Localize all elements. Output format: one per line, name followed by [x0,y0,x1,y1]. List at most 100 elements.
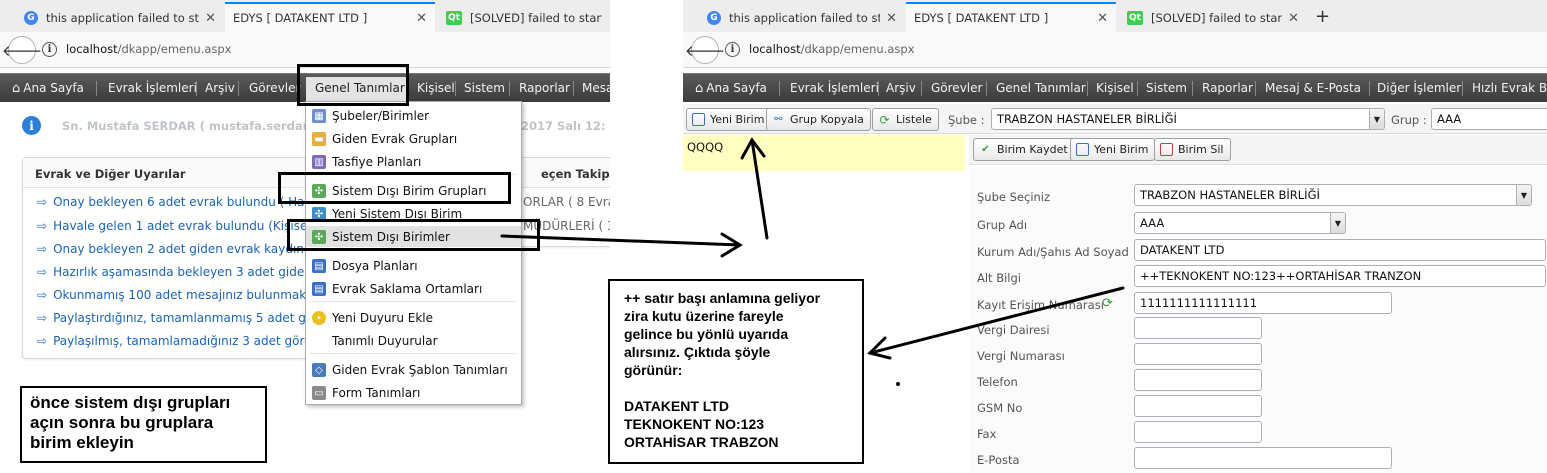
regno-input[interactable]: 1111111111111111 [1134,292,1392,314]
new-document-icon [692,113,705,126]
dropdown-item-subeler[interactable]: ▦ Şubeler/Birimler [306,105,521,126]
menu-gorevler[interactable]: Görevler [931,81,982,95]
branch-select-field[interactable]: TRABZON HASTANELER BİRLİĞİ ▼ [1134,184,1532,206]
menu-separator [96,81,97,96]
menu-raporlar[interactable]: Raporlar [1202,81,1253,95]
email-input[interactable] [1134,447,1392,469]
new-unit-button[interactable]: Yeni Birim [686,108,772,131]
url-field[interactable]: localhost/dkapp/emenu.aspx [749,42,915,56]
dropdown-item-giden-evrak-gruplari[interactable]: ▬ Giden Evrak Grupları [306,128,521,149]
menu-separator [1137,81,1138,96]
annotation-left: önce sistem dışı grupları açın sonra bu … [20,386,267,463]
menu-arsiv[interactable]: Arşiv [886,81,916,95]
browser-tab-edys[interactable]: EDYS [ DATAKENT LTD ] ✕ [225,2,435,32]
group-copy-button[interactable]: ⚯ Grup Kopyala [766,108,871,131]
alert-link[interactable]: Havale gelen 1 adet evrak bulundu (Kişis… [37,219,315,233]
dropdown-item-tasfiye-planlari[interactable]: ▥ Tasfiye Planları [306,151,521,172]
menu-separator [1192,81,1193,96]
close-tab-icon[interactable]: ✕ [199,11,216,26]
group-label: Grup : [1391,113,1427,127]
org-name-input[interactable]: DATAKENT LTD [1134,239,1546,261]
menu-kisisel[interactable]: Kişisel [417,81,455,95]
branch-select-label: Şube Seçiniz [977,190,1051,204]
close-tab-icon[interactable]: ✕ [880,11,897,26]
menu-separator [921,81,922,96]
delete-unit-button[interactable]: Birim Sil [1154,138,1231,161]
unit-list-item[interactable]: QQQQ [683,135,965,171]
menu-diger-islemler[interactable]: Diğer İşlemler [1377,81,1461,95]
dropdown-item-giden-evrak-sablon[interactable]: ◇ Giden Evrak Şablon Tanımları [306,359,521,380]
dropdown-item-form-tanimlari[interactable]: ▭ Form Tanımları [306,382,521,403]
menu-arsiv[interactable]: Arşiv [205,81,235,95]
save-unit-button[interactable]: ✔ Birim Kaydet [973,138,1075,161]
close-tab-icon[interactable]: ✕ [1091,11,1108,26]
dropdown-item-tanimli-duyurular[interactable]: Tanımlı Duyurular [306,330,521,351]
form-toolbar: ✔ Birim Kaydet Yeni Birim Birim Sil [969,135,1547,165]
menu-genel-tanimlar[interactable]: Genel Tanımlar [996,81,1086,95]
new-tab-icon[interactable]: + [1315,6,1330,27]
branch-select[interactable]: TRABZON HASTANELER BİRLİĞİ ▼ [991,108,1385,130]
dropdown-item-evrak-saklama-ortamlari[interactable]: ▤ Evrak Saklama Ortamları [306,278,521,299]
gsm-input[interactable] [1134,395,1262,417]
phone-input[interactable] [1134,369,1262,391]
browser-tab-edys[interactable]: EDYS [ DATAKENT LTD ] ✕ [906,2,1116,32]
menu-ana-sayfa[interactable]: Ana Sayfa [695,81,767,96]
menu-evrak-islemleri[interactable]: Evrak İşlemleri [790,81,879,95]
menu-sistem[interactable]: Sistem [1146,81,1187,95]
menu-hizli-evrak-bul[interactable]: Hızlı Evrak Bul [1472,81,1547,95]
tracking-link[interactable]: ORLAR ( 8 Evrak [523,195,610,209]
document-icon: ▤ [312,259,326,273]
menu-gorevler[interactable]: Görevler [249,81,300,95]
menu-separator [878,81,879,96]
delete-document-icon [1160,143,1173,156]
qt-icon: Qt [1127,11,1143,25]
dropdown-item-yeni-duyuru-ekle[interactable]: • Yeni Duyuru Ekle [306,307,521,328]
back-arrow-icon[interactable]: 🡐 [685,36,725,64]
menu-ana-sayfa[interactable]: Ana Sayfa [12,81,84,96]
alert-link[interactable]: Paylaşılmış, tamamlamadığınız 3 adet gör… [37,334,338,348]
group-select[interactable]: AAA [1431,108,1547,130]
browser-tab-google[interactable]: G this application failed to start ... ✕ [16,4,224,32]
subinfo-input[interactable]: ++TEKNOKENT NO:123++ORTAHİSAR TRANZON [1134,265,1546,287]
group-name-label: Grup Adı [977,218,1028,232]
close-tab-icon[interactable]: ✕ [410,11,427,26]
alert-link[interactable]: Okunmamış 100 adet mesajınız bulunmakta [37,288,318,302]
branch-label: Şube : [948,113,985,127]
browser-tab-qt[interactable]: Qt [SOLVED] failed to start beca... ✕ [1119,4,1307,32]
menu-raporlar[interactable]: Raporlar [519,81,570,95]
group-name-select[interactable]: AAA ▼ [1134,212,1346,234]
menu-mesaj-eposta[interactable]: Mesaj & E-Posta [1265,81,1361,95]
dropdown-item-dosya-planlari[interactable]: ▤ Dosya Planları [306,255,521,276]
browser-tab-google[interactable]: G this application failed to start ... ✕ [699,4,905,32]
tax-office-input[interactable] [1134,317,1262,339]
refresh-icon[interactable]: ⟳ [1102,296,1113,311]
new-unit-form-button[interactable]: Yeni Birim [1070,138,1156,161]
menu-mesaj[interactable]: Mesa [582,81,610,95]
fax-label: Fax [977,427,997,441]
browser-tab-qt[interactable]: Qt [SOLVED] failed to start beca... [438,4,610,32]
menu-sistem[interactable]: Sistem [464,81,505,95]
url-field[interactable]: localhost/dkapp/emenu.aspx [66,42,232,56]
menu-kisisel[interactable]: Kişisel [1096,81,1134,95]
org-name-label: Kurum Adı/Şahıs Ad Soyad [977,245,1129,259]
fax-input[interactable] [1134,421,1262,443]
info-icon[interactable]: i [725,42,740,57]
tax-number-input[interactable] [1134,343,1262,365]
unit-toolbar: Yeni Birim ⚯ Grup Kopyala ⟳ Listele Şube :… [683,104,1547,134]
menu-evrak-islemleri[interactable]: Evrak İşlemleri [108,81,197,95]
menu-separator [1255,81,1256,96]
share-icon: ⚯ [774,114,783,125]
alerts-box: Evrak ve Diğer Uyarılar Onay bekleyen 6 … [22,157,338,359]
menu-separator [1087,81,1088,96]
close-tab-icon[interactable]: ✕ [1282,11,1299,26]
qt-icon: Qt [446,11,462,25]
alerts-box-title: Evrak ve Diğer Uyarılar [23,158,321,188]
alert-link[interactable]: Paylaştırdığınız, tamamlanmamış 5 adet g… [37,311,332,325]
alert-link[interactable]: Onay bekleyen 2 adet giden evrak kaydını… [37,242,326,256]
gsm-label: GSM No [977,401,1023,415]
back-arrow-icon[interactable]: 🡐 [2,36,42,64]
list-button[interactable]: ⟳ Listele [872,108,939,131]
info-icon[interactable]: i [42,42,57,57]
archive-icon: ▤ [312,282,326,296]
alert-link[interactable]: Hazırlık aşamasında bekleyen 3 adet gide… [37,265,335,279]
